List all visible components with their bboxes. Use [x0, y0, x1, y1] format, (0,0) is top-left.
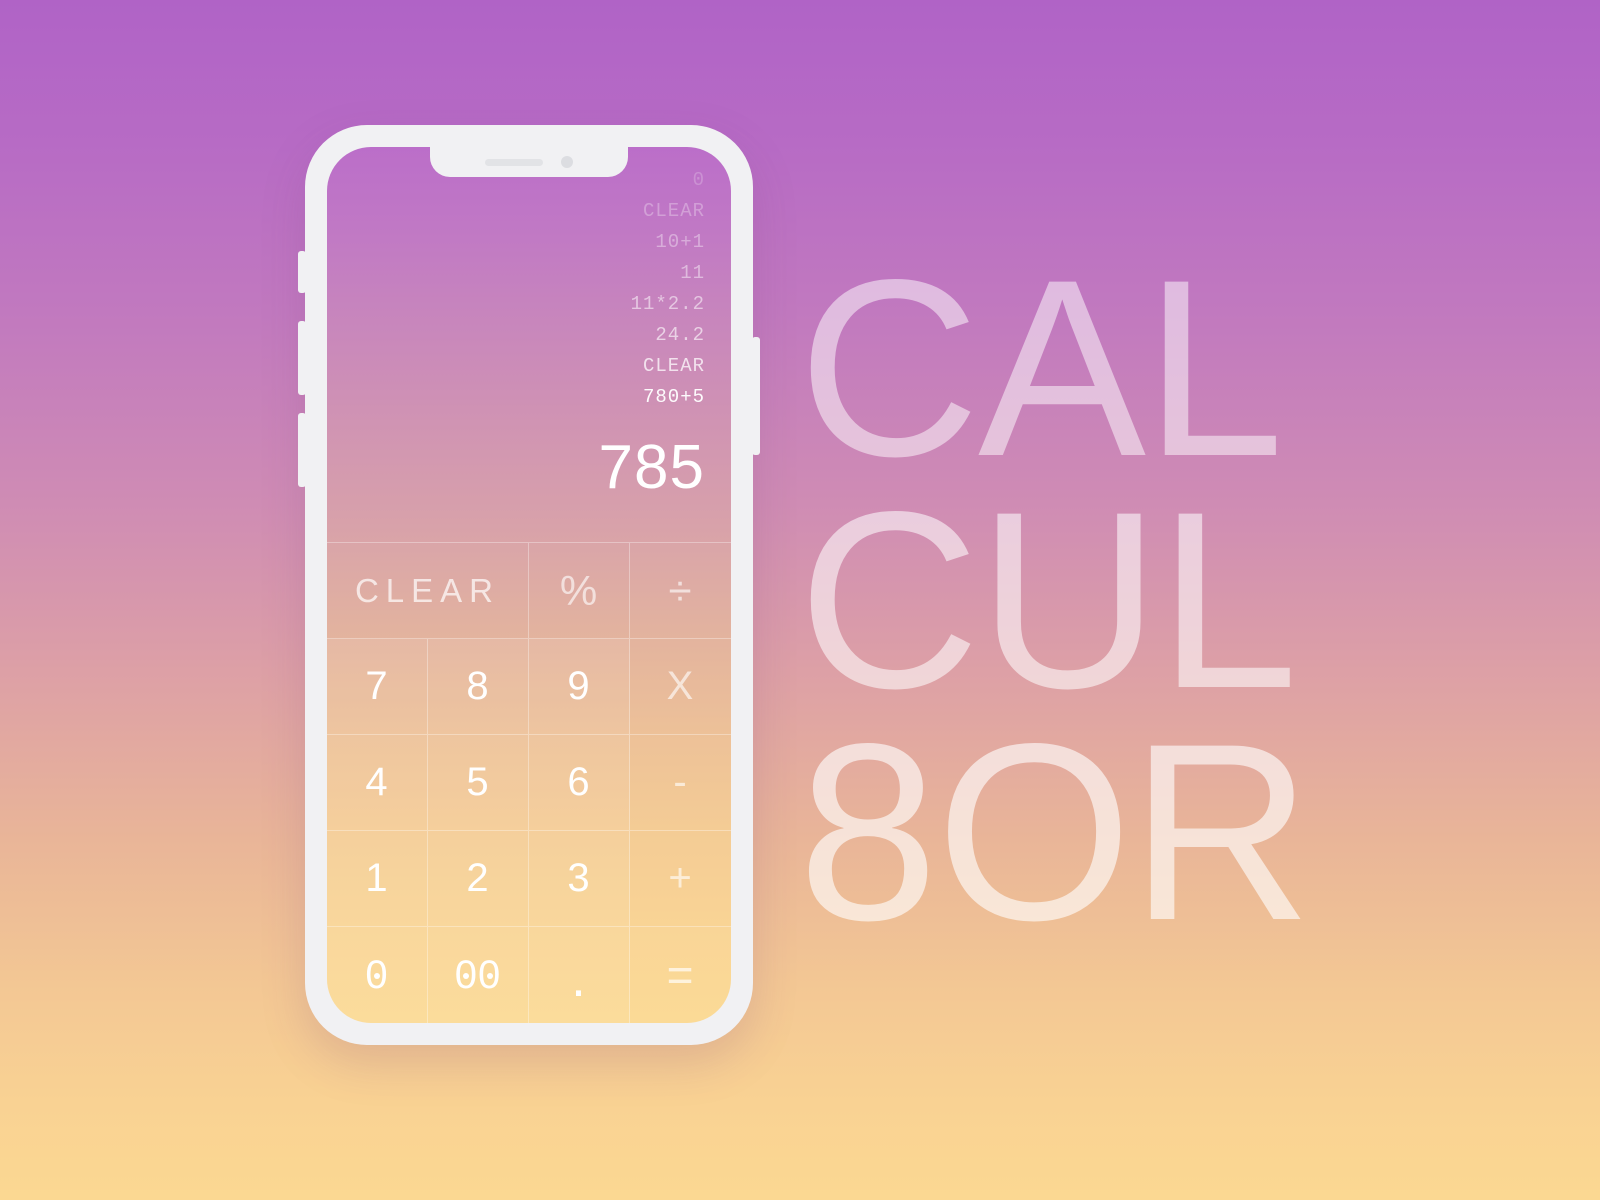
- history-item: 10+1: [655, 231, 705, 253]
- clear-key[interactable]: CLEAR: [327, 543, 529, 639]
- silent-switch[interactable]: [298, 251, 306, 293]
- app-background: CAL CUL 8OR 0 CLEAR 10+1 11 11*2.2 24.2 …: [0, 0, 1600, 1200]
- multiply-key[interactable]: X: [630, 639, 731, 735]
- digit-0-key[interactable]: 0: [327, 927, 428, 1023]
- wordmark-line-2: CUL: [798, 460, 1298, 741]
- history-item: 11: [680, 262, 705, 284]
- result-value: 785: [598, 433, 705, 502]
- minus-key[interactable]: -: [630, 735, 731, 831]
- history-item: 0: [692, 169, 705, 191]
- wordmark-line-1: CAL: [798, 228, 1284, 509]
- digit-7-key[interactable]: 7: [327, 639, 428, 735]
- percent-key[interactable]: %: [529, 543, 630, 639]
- digit-8-key[interactable]: 8: [428, 639, 529, 735]
- calculator-display: 0 CLEAR 10+1 11 11*2.2 24.2 CLEAR 780+5 …: [327, 147, 731, 542]
- phone-notch: [430, 147, 628, 177]
- front-camera-icon: [561, 156, 573, 168]
- current-expression: 780+5: [642, 386, 705, 408]
- calculator-keypad: CLEAR % ÷ 7 8 9 X 4 5 6 - 1 2 3 + 0 00 .…: [327, 542, 731, 1023]
- digit-9-key[interactable]: 9: [529, 639, 630, 735]
- wordmark-line-3: 8OR: [798, 692, 1312, 973]
- speaker-icon: [485, 158, 543, 166]
- volume-up-button[interactable]: [298, 321, 306, 395]
- equals-key[interactable]: =: [630, 927, 731, 1023]
- divide-key[interactable]: ÷: [630, 543, 731, 639]
- calculation-history: 0 CLEAR 10+1 11 11*2.2 24.2 CLEAR 780+5: [347, 165, 705, 413]
- digit-3-key[interactable]: 3: [529, 831, 630, 927]
- double-zero-glyph-b: 0: [478, 952, 502, 997]
- decimal-key[interactable]: .: [529, 927, 630, 1023]
- double-zero-key[interactable]: 00: [428, 927, 529, 1023]
- digit-6-key[interactable]: 6: [529, 735, 630, 831]
- digit-4-key[interactable]: 4: [327, 735, 428, 831]
- digit-2-key[interactable]: 2: [428, 831, 529, 927]
- history-item: CLEAR: [642, 355, 705, 377]
- digit-1-key[interactable]: 1: [327, 831, 428, 927]
- digit-0-glyph: 0: [365, 952, 389, 997]
- history-item: CLEAR: [642, 200, 705, 222]
- history-item: 24.2: [655, 324, 705, 346]
- phone-mockup: 0 CLEAR 10+1 11 11*2.2 24.2 CLEAR 780+5 …: [298, 125, 760, 1045]
- digit-5-key[interactable]: 5: [428, 735, 529, 831]
- wordmark: CAL CUL 8OR: [798, 228, 1312, 973]
- volume-down-button[interactable]: [298, 413, 306, 487]
- plus-key[interactable]: +: [630, 831, 731, 927]
- power-button[interactable]: [752, 337, 760, 455]
- phone-screen: 0 CLEAR 10+1 11 11*2.2 24.2 CLEAR 780+5 …: [327, 147, 731, 1023]
- double-zero-glyph-a: 0: [454, 952, 478, 997]
- history-item: 11*2.2: [630, 293, 705, 315]
